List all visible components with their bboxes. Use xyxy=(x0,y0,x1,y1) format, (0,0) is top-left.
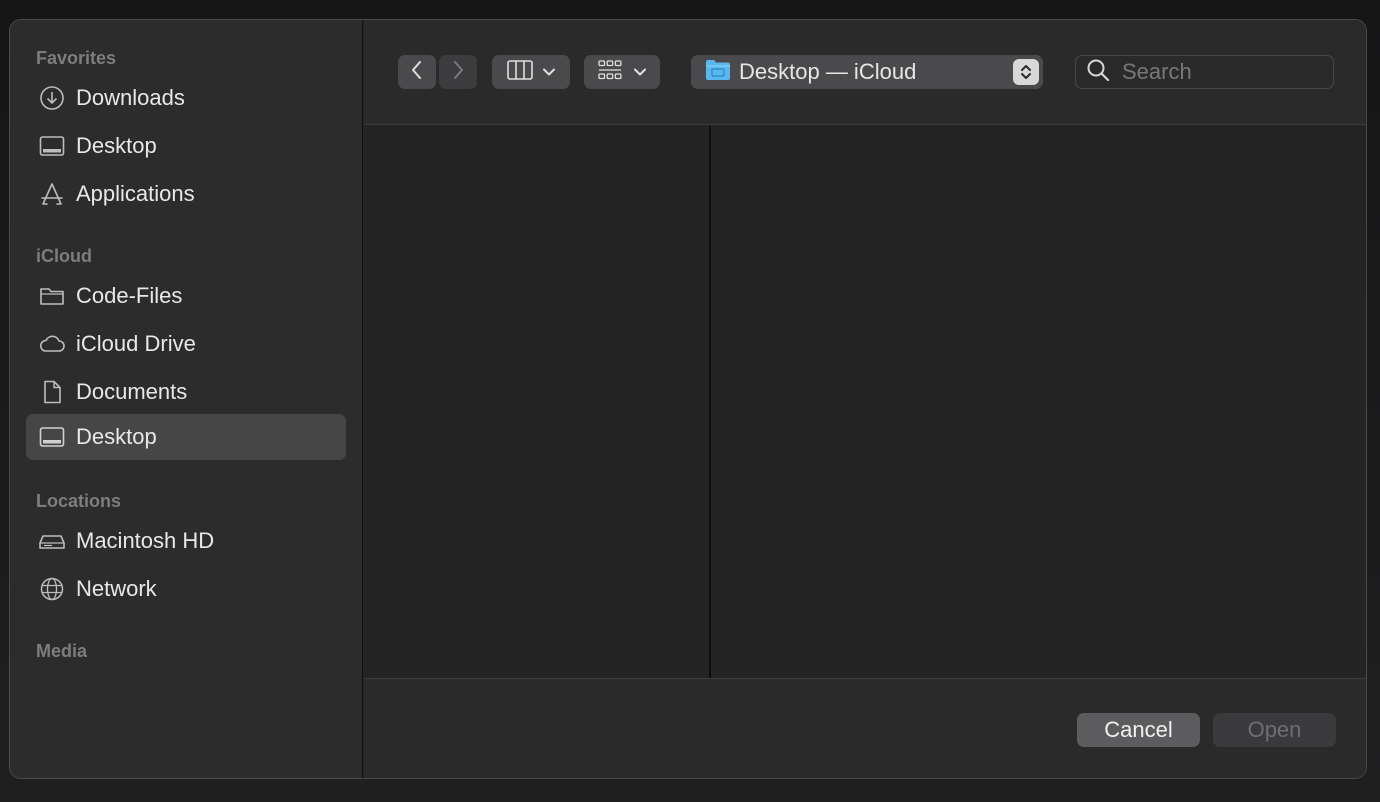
sidebar-item-macintosh-hd[interactable]: Macintosh HD xyxy=(26,518,346,564)
columns-view-icon xyxy=(507,59,533,85)
sidebar-item-label: Code-Files xyxy=(76,283,183,308)
desktop-icon xyxy=(38,132,66,160)
browser-column-2[interactable] xyxy=(713,126,1366,678)
open-button[interactable]: Open xyxy=(1213,713,1336,747)
sidebar-item-label: Desktop xyxy=(76,133,157,158)
document-icon xyxy=(38,378,66,406)
hard-drive-icon xyxy=(38,527,66,555)
toolbar: Desktop — iCloud xyxy=(364,20,1366,125)
sidebar-section-locations: Locations xyxy=(36,491,122,511)
main-pane: Desktop — iCloud Cancel Open xyxy=(364,20,1366,778)
back-button[interactable] xyxy=(398,55,436,89)
location-popup-label: Desktop — iCloud xyxy=(739,59,917,84)
sidebar-item-desktop-icloud[interactable]: Desktop xyxy=(26,414,346,460)
sidebar-item-applications[interactable]: Applications xyxy=(26,171,346,217)
folder-icon xyxy=(38,282,66,310)
desktop-icon xyxy=(38,423,66,451)
location-popup[interactable]: Desktop — iCloud xyxy=(691,55,1043,89)
globe-icon xyxy=(38,575,66,603)
sidebar-item-label: Documents xyxy=(76,379,188,404)
group-by-button[interactable] xyxy=(584,55,660,89)
sidebar-item-icloud-drive[interactable]: iCloud Drive xyxy=(26,321,346,367)
browser-column-1[interactable] xyxy=(364,126,711,678)
search-input[interactable] xyxy=(1120,58,1324,86)
sidebar-item-label: Downloads xyxy=(76,85,185,110)
sidebar-item-label: Network xyxy=(76,576,157,601)
sidebar-item-downloads[interactable]: Downloads xyxy=(26,75,346,121)
sidebar-section-icloud: iCloud xyxy=(36,246,92,266)
sidebar-item-label: Desktop xyxy=(76,424,157,449)
download-circle-icon xyxy=(38,84,66,112)
column-browser xyxy=(364,126,1366,678)
icon-grid-icon xyxy=(598,59,622,85)
folder-icon xyxy=(705,59,731,86)
sidebar-item-code-files[interactable]: Code-Files xyxy=(26,273,346,319)
sidebar-item-desktop-favorites[interactable]: Desktop xyxy=(26,123,346,169)
cloud-icon xyxy=(38,330,66,358)
sidebar: Favorites Downloads Desktop Applications… xyxy=(10,20,363,778)
dialog-footer: Cancel Open xyxy=(364,678,1366,778)
sidebar-item-label: Applications xyxy=(76,181,195,206)
up-down-chevron-icon xyxy=(1013,59,1039,85)
sidebar-section-media: Media xyxy=(36,641,88,661)
sidebar-item-label: Macintosh HD xyxy=(76,528,215,553)
chevron-down-icon xyxy=(543,63,555,81)
view-mode-columns-button[interactable] xyxy=(492,55,570,89)
search-field[interactable] xyxy=(1075,55,1334,89)
sidebar-item-label: iCloud Drive xyxy=(76,331,196,356)
sidebar-item-network[interactable]: Network xyxy=(26,566,346,612)
chevron-down-icon xyxy=(634,63,646,81)
applications-icon xyxy=(38,180,66,208)
sidebar-item-documents[interactable]: Documents xyxy=(26,369,346,415)
cancel-button[interactable]: Cancel xyxy=(1077,713,1200,747)
open-file-dialog: Favorites Downloads Desktop Applications… xyxy=(9,19,1367,779)
chevron-left-icon xyxy=(410,60,424,85)
search-icon xyxy=(1086,58,1110,87)
chevron-right-icon xyxy=(451,60,465,85)
forward-button[interactable] xyxy=(439,55,477,89)
sidebar-section-favorites: Favorites xyxy=(36,48,117,68)
